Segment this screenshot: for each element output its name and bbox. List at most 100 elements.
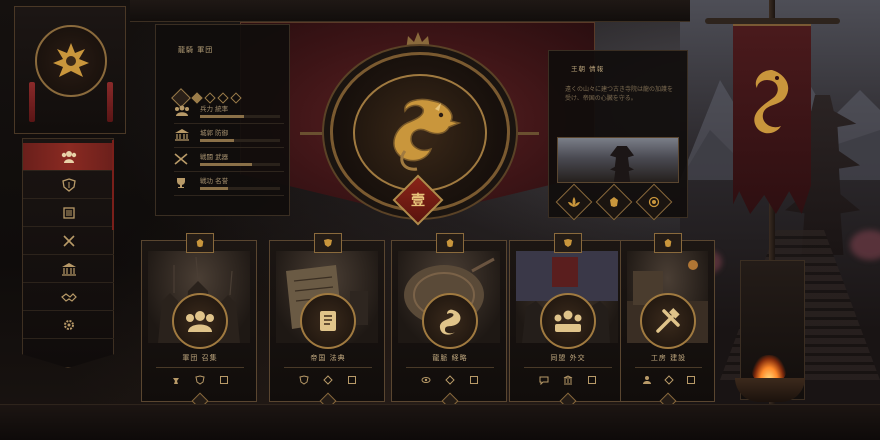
shield-icon[interactable]: [299, 375, 309, 385]
row-divider: [174, 147, 284, 148]
card-divider: [524, 367, 612, 368]
stat-bar-fill: [200, 139, 234, 142]
pagoda-tower: [610, 146, 634, 182]
sidebar-item-settings[interactable]: [23, 311, 114, 339]
stat-row-troops[interactable]: 兵力 統率: [174, 103, 284, 125]
card-diplomacy[interactable]: 同盟 外交: [509, 233, 626, 410]
crown-ornament-icon: [406, 32, 430, 50]
gear-icon: [64, 319, 74, 330]
stat-row-walls[interactable]: 城郭 防御: [174, 127, 284, 149]
banner-crossbar: [705, 18, 840, 24]
crossed-swords-icon: [174, 153, 188, 165]
row-divider: [174, 123, 284, 124]
trophy-icon: [177, 178, 185, 188]
stat-panel-title: 龍騎 軍団: [178, 46, 214, 54]
tassel: [107, 82, 113, 122]
card-divider: [406, 367, 494, 368]
info-panel-body: 遠くの山々に建つ古き寺院は龍の加護を受け、帝国の心臓を守る。: [565, 86, 674, 102]
stat-panel: 龍騎 軍団 兵力 統率 城郭 防御 戦闘 武器 戦功 名誉: [155, 24, 290, 216]
crest-button[interactable]: [595, 183, 633, 221]
stat-bar: [200, 139, 280, 142]
card-codex[interactable]: 帝国 法典: [269, 233, 385, 410]
shield-icon: [324, 239, 332, 247]
gem-icon[interactable]: [445, 375, 455, 385]
sidebar-item-city[interactable]: [23, 255, 114, 283]
stat-label: 戦功 名誉: [200, 177, 229, 185]
lotus-button[interactable]: [555, 183, 593, 221]
crest-icon: [446, 238, 454, 248]
card-tab: [654, 233, 682, 253]
shield-icon[interactable]: [195, 375, 205, 385]
scroll-icon[interactable]: [469, 375, 479, 385]
rank-diamond: [217, 92, 229, 104]
blossom: [850, 230, 880, 260]
gem-icon[interactable]: [323, 375, 333, 385]
tools-icon: [656, 308, 680, 333]
card-title: 同盟 外交: [550, 354, 586, 362]
dragon-icon: [439, 309, 461, 335]
temple-icon: [62, 262, 76, 276]
sidebar-item-diplomacy[interactable]: [23, 283, 114, 311]
scroll-icon: [63, 206, 75, 219]
stat-label: 兵力 統率: [200, 105, 229, 113]
shield-icon: [564, 239, 572, 247]
info-panel: 王朝 情報 遠くの山々に建つ古き寺院は龍の加護を受け、帝国の心臓を守る。: [548, 50, 688, 221]
chess-icon[interactable]: [171, 375, 181, 385]
card-army[interactable]: 軍団 召集: [141, 233, 258, 410]
card-workshop[interactable]: 工房 建設: [620, 233, 716, 410]
temple-icon[interactable]: [563, 375, 573, 385]
card-medallion: [540, 293, 596, 349]
stat-bar-fill: [200, 163, 252, 166]
card-title: 龍脈 経略: [432, 354, 468, 362]
stat-row-honor[interactable]: 戦功 名誉: [174, 175, 284, 197]
card-footer-icons: [510, 375, 626, 385]
scroll-icon[interactable]: [347, 375, 357, 385]
spear-ornament: [300, 132, 334, 135]
card-divider: [284, 367, 372, 368]
card-divider: [156, 367, 244, 368]
stat-label: 城郭 防御: [200, 129, 229, 137]
shield-icon: [62, 177, 76, 192]
stat-bar: [200, 115, 280, 118]
spear-ornament: [505, 132, 539, 135]
eye-icon[interactable]: [421, 375, 431, 385]
card-footer-icons: [621, 375, 716, 385]
stat-label: 戦闘 武器: [200, 153, 229, 161]
scroll-icon[interactable]: [587, 375, 597, 385]
card-tab: [186, 233, 214, 253]
top-frame: [130, 0, 690, 22]
scroll-icon[interactable]: [219, 375, 229, 385]
dragon-crest-icon[interactable]: [35, 25, 107, 97]
council-icon: [554, 310, 582, 332]
gem-icon[interactable]: [663, 375, 674, 385]
card-tab: [314, 233, 342, 253]
rank-diamond: [191, 92, 203, 104]
sidebar-item-defense[interactable]: [23, 171, 114, 199]
stone-floor: [0, 404, 880, 440]
sidebar-item-codex[interactable]: [23, 199, 114, 227]
main-nav-sidebar: [22, 138, 114, 368]
card-dragon[interactable]: 龍脈 経略: [391, 233, 507, 410]
card-medallion: [422, 293, 478, 349]
sidebar-item-army[interactable]: [23, 143, 114, 171]
crossed-swords-icon: [63, 234, 75, 247]
seal-glyph[interactable]: 壹: [400, 182, 436, 218]
scroll-icon[interactable]: [686, 375, 696, 385]
guild-emblem-banner: [14, 6, 126, 134]
info-diamond-buttons: [555, 183, 673, 221]
sidebar-item-battle[interactable]: [23, 227, 114, 255]
orb-button[interactable]: [635, 183, 673, 221]
stat-bar: [200, 163, 280, 166]
sidebar-rail: [112, 140, 114, 230]
tassel: [29, 82, 35, 122]
stat-row-combat[interactable]: 戦闘 武器: [174, 151, 284, 173]
dragon-icon: [754, 70, 789, 134]
card-tab: [436, 233, 464, 253]
dragon-icon: [393, 98, 462, 171]
stat-bar-fill: [200, 115, 244, 118]
people-icon: [175, 105, 189, 116]
people-icon[interactable]: [642, 375, 652, 385]
dragon-medallion[interactable]: [353, 74, 487, 192]
card-footer-icons: [142, 375, 258, 385]
chat-icon[interactable]: [539, 375, 549, 385]
